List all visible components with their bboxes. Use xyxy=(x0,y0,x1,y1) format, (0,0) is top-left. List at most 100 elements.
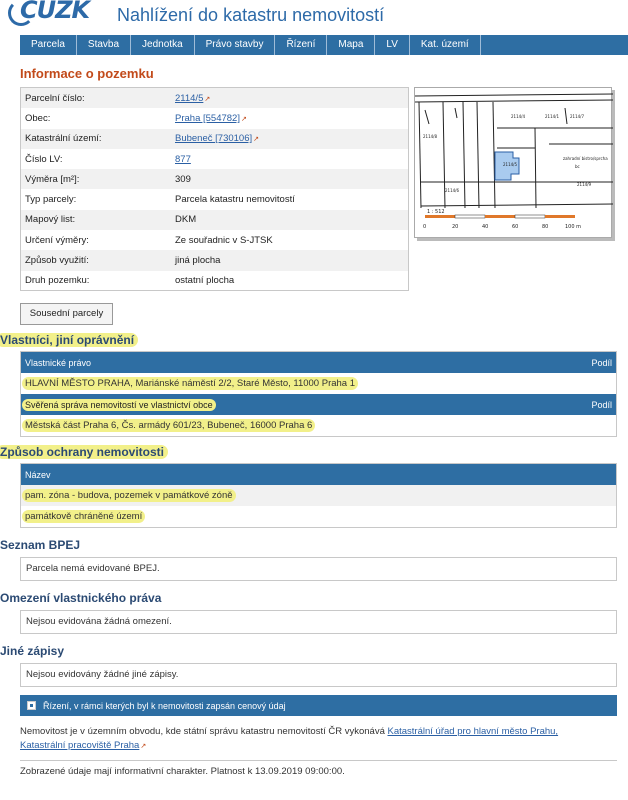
nav-kat-uzemi[interactable]: Kat. území xyxy=(410,35,481,55)
nav-lv[interactable]: LV xyxy=(375,35,410,55)
info-label: Způsob využití: xyxy=(25,255,89,267)
info-row-municipality: Obec: Praha [554782]↗ xyxy=(21,108,408,128)
proceedings-toggle[interactable]: Řízení, v rámci kterých byl k nemovitost… xyxy=(20,695,617,716)
map-building-sub: bc xyxy=(575,164,580,169)
name-column-header: Název xyxy=(25,469,51,480)
share-column-header: Podíl xyxy=(591,357,612,368)
table-row: HLAVNÍ MĚSTO PRAHA, Mariánské náměstí 2/… xyxy=(21,373,616,394)
share-column-header: Podíl xyxy=(591,399,612,410)
table-row: pam. zóna - budova, pozemek v památkové … xyxy=(21,485,616,506)
other-records-heading: Jiné zápisy xyxy=(0,644,65,658)
info-value: Ze souřadnic v S-JTSK xyxy=(175,234,273,246)
protection-table: Název pam. zóna - budova, pozemek v pamá… xyxy=(20,463,617,528)
owner-entry: Městská část Praha 6, Čs. armády 601/23,… xyxy=(22,419,316,432)
municipality-link[interactable]: Praha [554782] xyxy=(175,113,240,124)
cadastral-office-link[interactable]: Katastrální úřad pro hlavní město Prahu, xyxy=(388,726,559,737)
map-scale-tick: 0 xyxy=(423,224,426,230)
info-label: Parcelní číslo: xyxy=(25,92,85,104)
office-notice: Nemovitost je v územním obvodu, kde stát… xyxy=(20,726,559,751)
app-title: Nahlížení do katastru nemovitostí xyxy=(117,5,385,25)
map-scale-tick: 80 xyxy=(542,224,548,230)
info-row-parcel-number: Parcelní číslo: 2114/5↗ xyxy=(21,88,408,109)
restrictions-box: Nejsou evidována žádná omezení. xyxy=(20,610,617,634)
validity-notice: Zobrazené údaje mají informativní charak… xyxy=(20,766,345,777)
info-value: DKM xyxy=(175,214,197,226)
restrictions-heading: Omezení vlastnického práva xyxy=(0,591,162,605)
info-row-area-method: Určení výměry: Ze souřadnic v S-JTSK xyxy=(21,230,408,250)
map-parcel-label: 2114/4 xyxy=(511,114,526,119)
nav-parcela[interactable]: Parcela xyxy=(20,35,77,55)
owners-heading: Vlastníci, jiní oprávnění xyxy=(0,333,139,347)
divider xyxy=(20,760,617,761)
protection-table-header: Název xyxy=(21,464,616,485)
parcel-heading: Informace o pozemku xyxy=(20,66,154,81)
map-parcel-label: 2114/6 xyxy=(445,188,460,193)
map-parcel-label: 2114/9 xyxy=(577,182,592,187)
map-scale-ratio: 1 : 512 xyxy=(427,209,445,215)
cadastral-map-preview[interactable]: 2114/5 2114/4 2114/1 2114/7 2114/8 2114/… xyxy=(414,87,614,238)
protection-entry: památkově chráněné území xyxy=(22,510,146,523)
owners-table: Vlastnické právo Podíl HLAVNÍ MĚSTO PRAH… xyxy=(20,351,617,437)
owners-table-header: Vlastnické právo Podíl xyxy=(21,352,616,373)
protection-entry: pam. zóna - budova, pozemek v památkové … xyxy=(22,489,236,502)
map-parcel-label: 2114/8 xyxy=(423,134,438,139)
nav-mapa[interactable]: Mapa xyxy=(327,35,376,55)
external-link-icon: ↗ xyxy=(140,743,147,750)
external-link-icon: ↗ xyxy=(253,136,259,144)
owner-entry: HLAVNÍ MĚSTO PRAHA, Mariánské náměstí 2/… xyxy=(22,377,359,390)
cuzk-logo[interactable]: ČÚZK xyxy=(8,0,90,26)
cadastral-area-link[interactable]: Bubeneč [730106] xyxy=(175,133,252,144)
owners-subheader: Svěřená správa nemovitostí ve vlastnictv… xyxy=(21,394,616,415)
info-label: Mapový list: xyxy=(25,214,76,226)
bpej-box: Parcela nemá evidované BPEJ. xyxy=(20,557,617,581)
map-parcel-label: 2114/1 xyxy=(545,114,560,119)
map-building-label: zahradní bistro/sprcha xyxy=(563,156,608,161)
info-row-cadastral-area: Katastrální území: Bubeneč [730106]↗ xyxy=(21,128,408,149)
external-link-icon: ↗ xyxy=(204,95,211,103)
protection-heading: Způsob ochrany nemovitosti xyxy=(0,445,169,459)
info-row-land-kind: Druh pozemku: ostatní plocha xyxy=(21,271,408,291)
table-row: památkově chráněné území xyxy=(21,506,616,527)
info-label: Druh pozemku: xyxy=(25,275,90,287)
map-scale-tick: 20 xyxy=(452,224,458,230)
info-value: 309 xyxy=(175,173,191,185)
map-scale-tick: 40 xyxy=(482,224,488,230)
expand-icon[interactable] xyxy=(27,701,36,710)
main-nav: Parcela Stavba Jednotka Právo stavby Říz… xyxy=(20,35,628,55)
map-scale-tick: 60 xyxy=(512,224,518,230)
info-row-map-sheet: Mapový list: DKM xyxy=(21,209,408,231)
map-scale-tick: 100 m xyxy=(565,224,581,230)
info-row-lv-number: Číslo LV: 877 xyxy=(21,149,408,169)
nav-stavba[interactable]: Stavba xyxy=(77,35,132,55)
other-records-box: Nejsou evidovány žádné jiné zápisy. xyxy=(20,663,617,687)
info-label: Číslo LV: xyxy=(25,153,63,165)
bpej-heading: Seznam BPEJ xyxy=(0,538,81,552)
proceedings-label: Řízení, v rámci kterých byl k nemovitost… xyxy=(43,700,286,711)
map-parcel-label: 2114/7 xyxy=(570,114,585,119)
delegated-management-header: Svěřená správa nemovitostí ve vlastnictv… xyxy=(22,398,216,411)
info-label: Typ parcely: xyxy=(25,194,77,206)
info-row-parcel-type: Typ parcely: Parcela katastru nemovitost… xyxy=(21,189,408,209)
cadastral-workplace-link[interactable]: Katastrální pracoviště Praha xyxy=(20,740,139,751)
map-parcel-label: 2114/5 xyxy=(503,162,518,167)
info-value: Parcela katastru nemovitostí xyxy=(175,194,295,206)
external-link-icon: ↗ xyxy=(240,115,247,123)
parcel-info-table: Parcelní číslo: 2114/5↗ Obec: Praha [554… xyxy=(20,87,409,291)
map-drawing: 2114/5 2114/4 2114/1 2114/7 2114/8 2114/… xyxy=(414,93,614,230)
nav-pravo-stavby[interactable]: Právo stavby xyxy=(195,35,276,55)
info-label: Určení výměry: xyxy=(25,234,89,246)
info-label: Obec: xyxy=(25,112,51,124)
info-row-land-use: Způsob využití: jiná plocha xyxy=(21,250,408,271)
info-label: Výměra [m²]: xyxy=(25,173,80,185)
ownership-column-header: Vlastnické právo xyxy=(25,357,92,368)
map-scale-bar xyxy=(425,214,575,219)
info-value: jiná plocha xyxy=(175,255,221,267)
info-value: ostatní plocha xyxy=(175,275,235,287)
app-header: ČÚZK Nahlížení do katastru nemovitostí xyxy=(0,0,628,33)
nav-rizeni[interactable]: Řízení xyxy=(275,35,328,55)
nav-jednotka[interactable]: Jednotka xyxy=(131,35,195,55)
lv-number-link[interactable]: 877 xyxy=(175,154,191,165)
parcel-number-link[interactable]: 2114/5 xyxy=(175,93,203,104)
neighbor-parcels-button[interactable]: Sousední parcely xyxy=(20,303,113,325)
info-row-area: Výměra [m²]: 309 xyxy=(21,169,408,190)
